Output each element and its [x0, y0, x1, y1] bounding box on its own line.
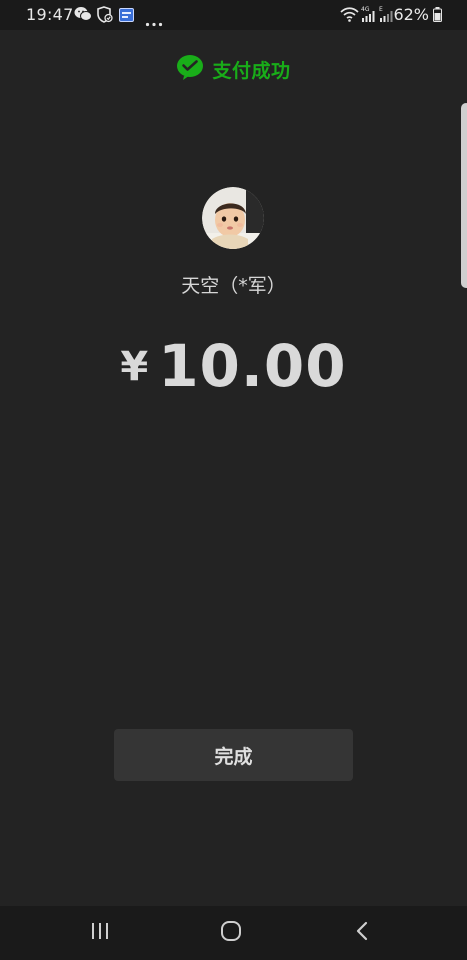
payment-header: 支付成功	[0, 52, 467, 86]
done-button[interactable]: 完成	[114, 729, 353, 781]
currency-symbol: ¥	[120, 344, 149, 390]
status-time: 19:47	[26, 5, 74, 24]
signal-4g-icon: 4G	[361, 5, 376, 27]
wifi-icon	[340, 7, 359, 26]
shield-icon	[97, 6, 113, 27]
home-button[interactable]	[211, 918, 251, 948]
wechat-pay-icon	[176, 54, 204, 84]
navigation-bar	[0, 906, 467, 960]
back-icon	[355, 921, 369, 945]
edge-panel-handle[interactable]	[461, 103, 467, 288]
recent-apps-icon	[90, 922, 110, 944]
status-bar: 19:47 4G E 62%	[0, 0, 467, 30]
battery-icon	[433, 7, 442, 26]
payment-amount: ¥ 10.00	[0, 332, 467, 400]
svg-text:4G: 4G	[361, 6, 370, 13]
amount-value: 10.00	[158, 332, 347, 400]
more-dots-icon	[145, 12, 163, 31]
recent-apps-button[interactable]	[80, 918, 120, 948]
svg-text:E: E	[379, 6, 383, 13]
payment-success-screen: 19:47 4G E 62% 支付成功 天空（*军） ¥ 10.00 完成	[0, 0, 467, 960]
app-badge-icon	[119, 7, 134, 26]
signal-e-icon: E	[379, 5, 393, 27]
back-button[interactable]	[342, 918, 382, 948]
home-icon	[220, 920, 242, 946]
avatar	[202, 187, 264, 249]
payee-name: 天空（*军）	[181, 275, 286, 297]
battery-percent: 62%	[393, 5, 429, 24]
page-title: 支付成功	[212, 59, 291, 82]
wechat-icon	[74, 6, 92, 26]
